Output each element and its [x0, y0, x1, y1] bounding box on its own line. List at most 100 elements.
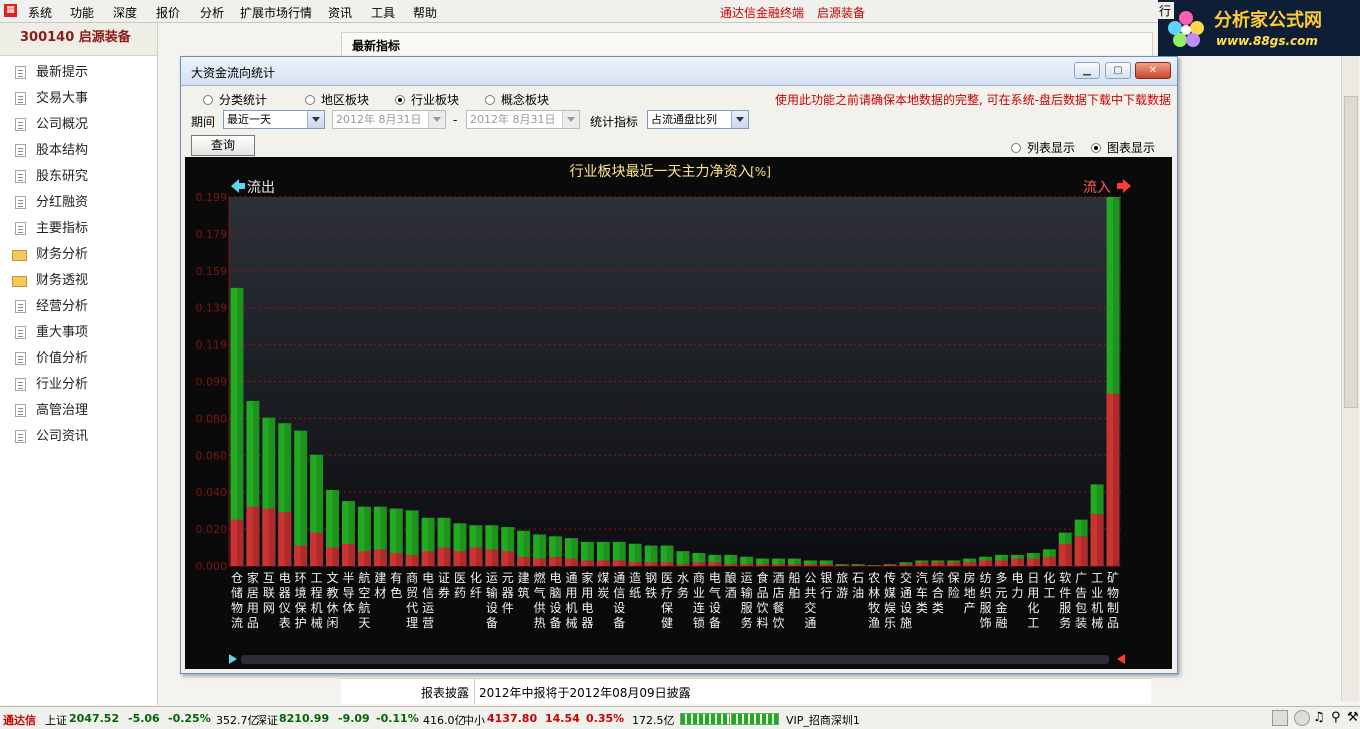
bar-shade	[475, 525, 483, 566]
radio-chart-view[interactable]: 图表显示	[1091, 139, 1155, 156]
folder-icon	[12, 276, 27, 287]
nav-item[interactable]: 股东研究	[0, 164, 157, 190]
x-category-label: 化工	[1043, 571, 1055, 600]
bar-日用化工	[1026, 553, 1040, 566]
bar-shade	[252, 400, 260, 566]
menu-system[interactable]: 系统	[28, 4, 52, 21]
outflow-label: 流出	[247, 180, 275, 196]
bar-shade	[667, 545, 674, 566]
date-to-picker[interactable]: 2012年 8月31日	[466, 110, 580, 129]
menu-quote[interactable]: 报价	[156, 4, 180, 21]
nav-item-label: 经营分析	[36, 299, 89, 314]
bar-电气设备	[708, 554, 722, 566]
document-icon	[15, 352, 26, 365]
stock-title: 启源装备	[817, 6, 866, 20]
bar-shade	[937, 560, 945, 566]
speaker-icon[interactable]: ♫	[1313, 710, 1325, 725]
bar-shade	[858, 564, 865, 566]
menu-analysis[interactable]: 分析	[200, 4, 224, 21]
x-category-label: 电脑设备	[550, 571, 562, 630]
radio-concept-sector[interactable]: 概念板块	[485, 91, 549, 108]
radio-industry-sector[interactable]: 行业板块	[395, 91, 459, 108]
nav-item-label: 公司概况	[36, 117, 89, 132]
query-button[interactable]: 查询	[191, 135, 255, 156]
server-name[interactable]: VIP_招商深圳1	[786, 712, 860, 728]
x-category-label: 仓储物流	[231, 571, 243, 630]
menu-help[interactable]: 帮助	[413, 4, 437, 21]
close-button[interactable]: ✕	[1135, 62, 1171, 79]
bar-shade	[284, 423, 292, 566]
network-icon[interactable]	[1272, 710, 1288, 726]
bar-矿物制品	[1106, 197, 1120, 566]
nav-item[interactable]: 股本结构	[0, 138, 157, 164]
nav-item[interactable]: 价值分析	[0, 346, 157, 372]
x-category-label: 船舶	[788, 571, 800, 600]
menu-bar: ▦ 系统 功能 深度 报价 分析 扩展市场行情 资讯 工具 帮助 通达信金融终端…	[0, 0, 1360, 23]
nav-item[interactable]: 交易大事	[0, 86, 157, 112]
y-tick-label: 0.179	[196, 228, 228, 241]
bar-shade	[380, 506, 387, 566]
stat-indicator-select[interactable]: 占流通盘比列	[647, 110, 749, 129]
nav-item[interactable]: 财务透视	[0, 268, 157, 294]
date-from-picker[interactable]: 2012年 8月31日	[332, 110, 446, 129]
dialog-titlebar[interactable]: 大资金流向统计 ▁ ▢ ✕	[181, 57, 1177, 86]
bar-工程机械	[310, 454, 324, 566]
y-tick-label: 0.060	[196, 449, 228, 462]
sh-index-value[interactable]: 2047.52	[69, 712, 119, 725]
menu-tools[interactable]: 工具	[371, 4, 395, 21]
period-select[interactable]: 最近一天	[223, 110, 325, 129]
sz-index-value[interactable]: 8210.99	[279, 712, 329, 725]
chevron-down-icon	[307, 111, 324, 128]
nav-item[interactable]: 分红融资	[0, 190, 157, 216]
nav-item[interactable]: 最新提示	[0, 60, 157, 86]
bar-shade	[635, 543, 642, 566]
stat-indicator-value: 占流通盘比列	[651, 113, 717, 126]
bar-化工	[1042, 549, 1056, 566]
minimize-button[interactable]: ▁	[1074, 62, 1100, 79]
x-category-label: 软件服务	[1059, 571, 1071, 630]
globe-icon[interactable]	[1294, 710, 1310, 726]
nav-item[interactable]: 重大事项	[0, 320, 157, 346]
menu-news[interactable]: 资讯	[328, 4, 352, 21]
vertical-scrollbar[interactable]	[1341, 56, 1359, 701]
radio-list-view[interactable]: 列表显示	[1011, 139, 1075, 156]
bar-shade	[1113, 197, 1120, 566]
pin-icon[interactable]: ⚲	[1331, 710, 1341, 725]
scrollbar-thumb[interactable]	[1344, 96, 1358, 408]
nav-item-label: 财务透视	[36, 273, 89, 288]
menu-depth[interactable]: 深度	[113, 4, 137, 21]
bar-运输服务	[740, 556, 754, 566]
x-category-label: 电信运营	[422, 571, 434, 630]
nav-item[interactable]: 高管治理	[0, 398, 157, 424]
maximize-button[interactable]: ▢	[1105, 62, 1131, 79]
document-icon	[15, 404, 26, 417]
x-category-label: 纺织服饰	[980, 571, 992, 630]
radio-category-stats[interactable]: 分类统计	[203, 91, 267, 108]
nav-item[interactable]: 公司概况	[0, 112, 157, 138]
menu-extended-market[interactable]: 扩展市场行情	[240, 4, 312, 21]
zx-index-value[interactable]: 4137.80	[487, 712, 537, 725]
y-tick-label: 0.159	[196, 265, 228, 278]
x-category-label: 煤炭	[597, 571, 609, 600]
nav-item[interactable]: 财务分析	[0, 242, 157, 268]
bar-shade	[826, 560, 833, 566]
bar-互联网	[262, 417, 276, 566]
nav-item[interactable]: 经营分析	[0, 294, 157, 320]
bar-shade	[842, 564, 849, 566]
nav-item[interactable]: 公司资讯	[0, 424, 157, 450]
radio-region-sector[interactable]: 地区板块	[305, 91, 369, 108]
bar-shade	[953, 560, 961, 566]
date-to-value: 2012年 8月31日	[470, 113, 556, 126]
bar-家居用品	[246, 400, 260, 566]
bar-软件服务	[1058, 532, 1072, 566]
nav-item[interactable]: 行业分析	[0, 372, 157, 398]
x-category-label: 农林牧渔	[868, 571, 880, 630]
sz-index-amount: 416.0亿	[423, 714, 466, 727]
menu-function[interactable]: 功能	[70, 4, 94, 21]
bar-shade	[300, 430, 308, 566]
bar-纺织服饰	[979, 556, 993, 566]
nav-item[interactable]: 主要指标	[0, 216, 157, 242]
app-logo-icon[interactable]: ▦	[4, 4, 17, 17]
x-category-label: 互联网	[263, 571, 275, 615]
wrench-icon[interactable]: ⚒	[1347, 710, 1359, 725]
